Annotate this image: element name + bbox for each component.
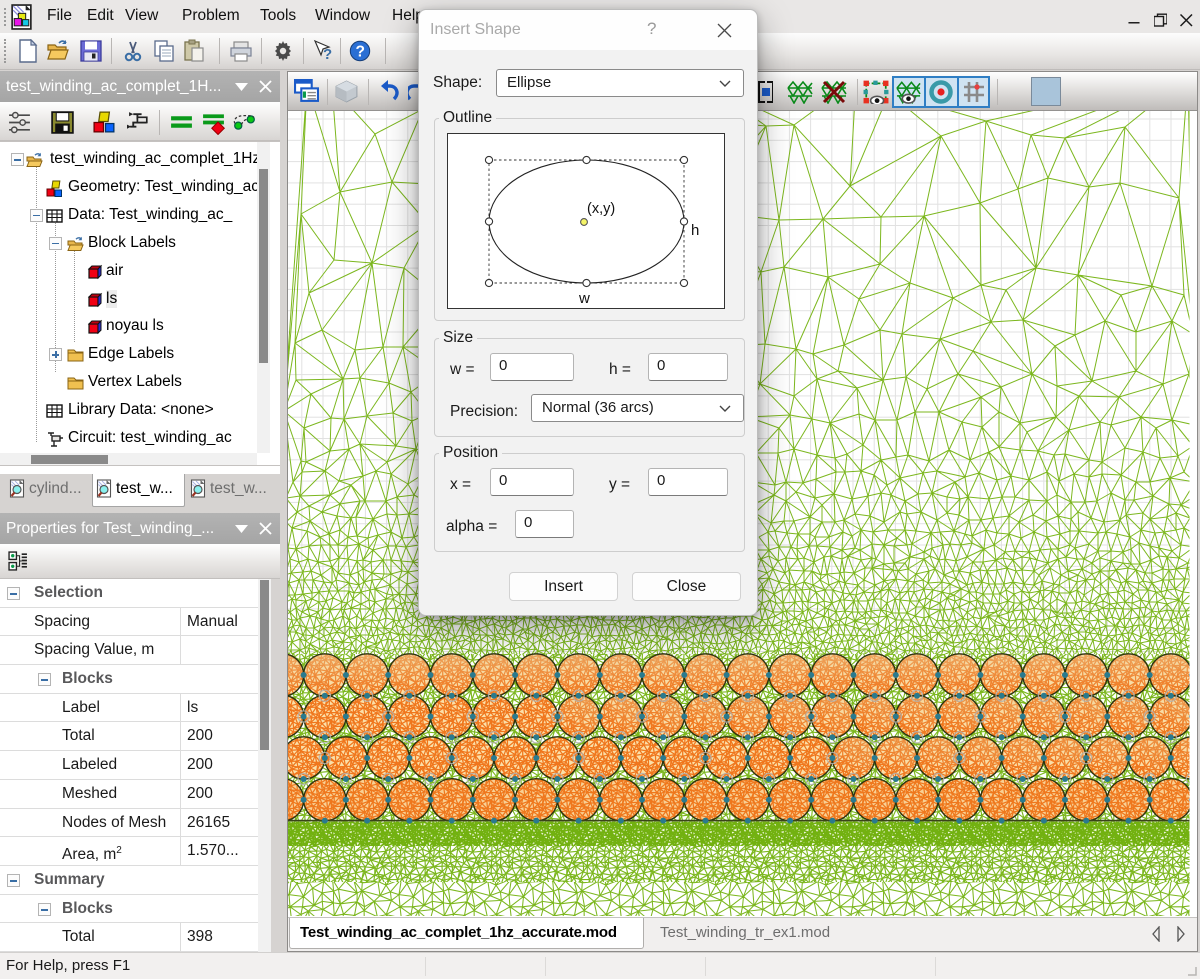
svg-text:(x,y): (x,y): [587, 201, 615, 217]
svg-text:?: ?: [323, 46, 332, 63]
svg-text:h: h: [691, 222, 699, 239]
svg-text:?: ?: [356, 44, 365, 61]
svg-text:w: w: [578, 290, 590, 307]
